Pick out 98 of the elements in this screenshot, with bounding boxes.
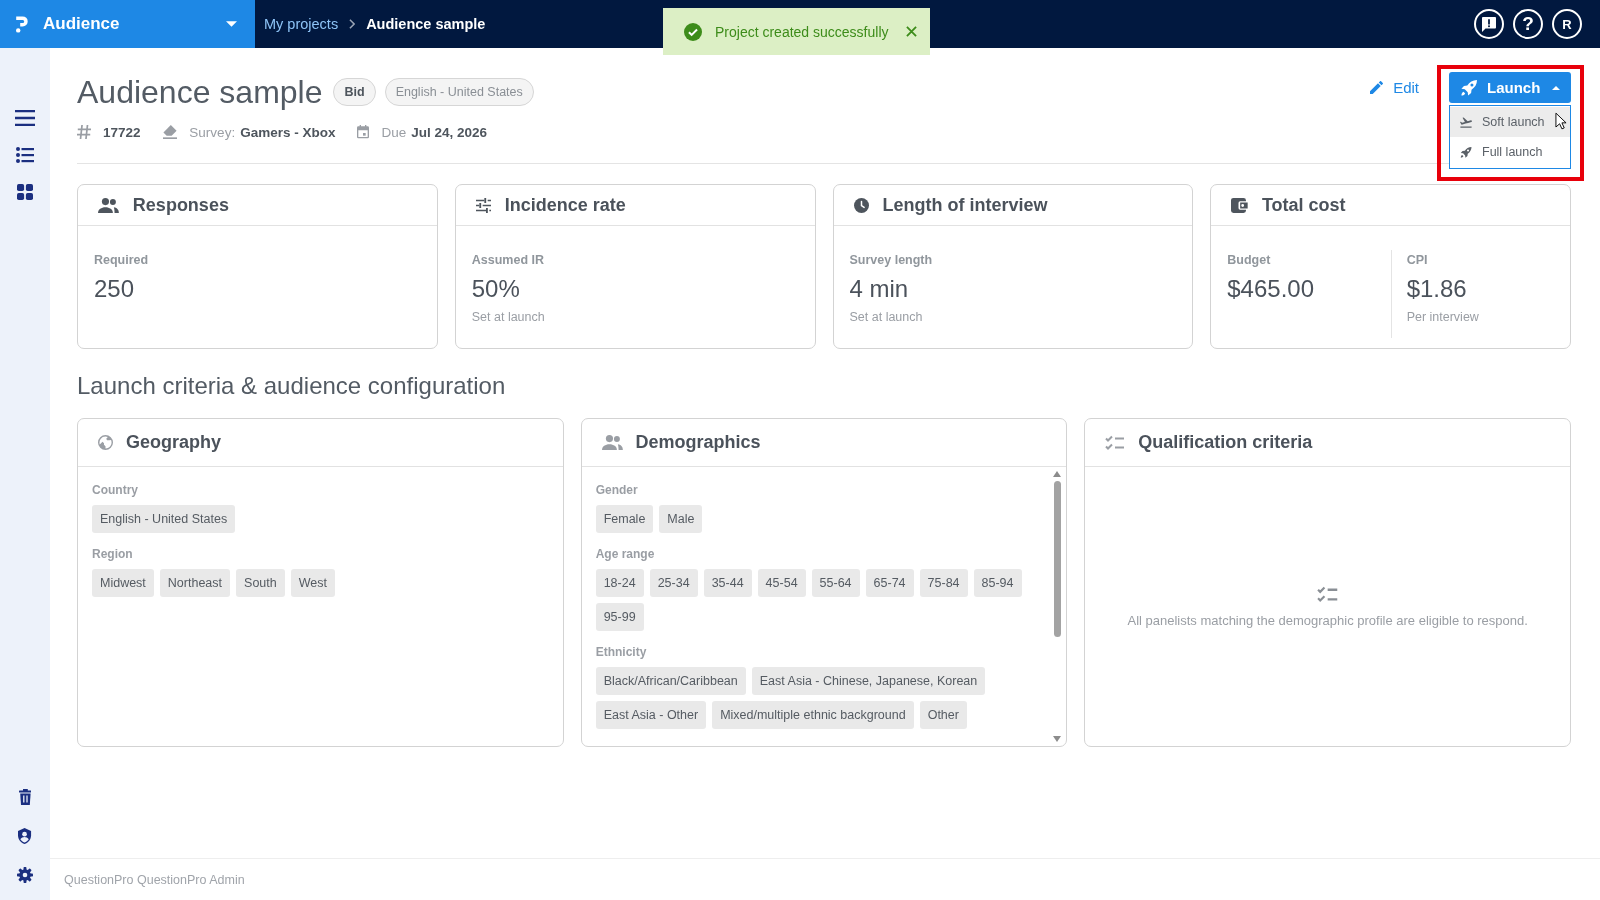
rocket-icon	[1461, 79, 1477, 96]
check-circle-icon	[684, 22, 702, 41]
people-icon	[601, 435, 623, 450]
launch-button[interactable]: Launch	[1449, 72, 1571, 103]
metric-value: $1.86	[1406, 275, 1467, 303]
meta-label: Due	[381, 124, 407, 140]
trash-icon[interactable]	[18, 789, 32, 805]
feedback-button[interactable]	[1474, 9, 1504, 39]
meta-value: Gamers - Xbox	[240, 124, 336, 140]
group-label: Age range	[595, 547, 655, 561]
meta-label: Survey:	[189, 124, 236, 140]
logo-icon	[16, 15, 28, 33]
clock-icon	[853, 197, 869, 213]
criteria-chip: Other	[919, 701, 967, 729]
eraser-icon	[162, 125, 178, 139]
calendar-icon	[357, 125, 370, 139]
metric-note: Set at launch	[849, 310, 923, 324]
plane-takeoff-icon	[1460, 116, 1472, 128]
project-tag: Bid	[333, 78, 376, 106]
metric-label: Required	[94, 253, 149, 267]
criteria-chip: 75-84	[919, 569, 968, 597]
sliders-icon	[475, 197, 491, 213]
shield-user-icon[interactable]	[18, 828, 32, 844]
menu-icon[interactable]	[14, 110, 36, 126]
criteria-chip: South	[236, 569, 285, 597]
criteria-chip: West	[290, 569, 335, 597]
metric-label: Assumed IR	[471, 253, 544, 267]
criteria-chip: Northeast	[159, 569, 231, 597]
metric-label: Budget	[1227, 253, 1271, 267]
list-icon[interactable]	[15, 147, 35, 163]
metric-label: Survey length	[849, 253, 933, 267]
metric-value: 250	[94, 275, 135, 303]
checklist-icon	[1105, 435, 1126, 450]
section-title: Launch criteria & audience configuration	[77, 371, 507, 401]
card-title: Length of interview	[882, 194, 1048, 216]
criteria-chip: Midwest	[92, 569, 154, 597]
breadcrumb-current: Audience sample	[366, 16, 486, 32]
criteria-chip: Black/African/Caribbean	[595, 667, 746, 695]
caret-up-icon	[1552, 85, 1560, 90]
meta-value: Jul 24, 2026	[411, 124, 487, 140]
group-label: Gender	[595, 483, 638, 497]
metric-note: Per interview	[1406, 310, 1479, 324]
globe-icon	[98, 435, 113, 450]
criteria-chip: 55-64	[811, 569, 860, 597]
people-icon	[98, 197, 119, 213]
criteria-chip: 25-34	[649, 569, 698, 597]
criteria-chip: Male	[659, 505, 703, 533]
criteria-chip: 85-94	[973, 569, 1022, 597]
metric-value: 4 min	[849, 275, 909, 303]
caret-down-icon	[226, 21, 237, 27]
criteria-chip: 18-24	[595, 569, 644, 597]
pencil-icon	[1370, 81, 1384, 94]
edit-button[interactable]: Edit	[1370, 79, 1419, 96]
criteria-chip: 65-74	[865, 569, 914, 597]
feedback-icon	[1482, 16, 1496, 32]
criteria-chip: East Asia - Chinese, Japanese, Korean	[751, 667, 986, 695]
criteria-chip: English - United States	[92, 505, 236, 533]
close-icon	[905, 26, 917, 37]
settings-icon[interactable]	[17, 867, 33, 883]
criteria-chip: Mixed/multiple ethnic background	[712, 701, 914, 729]
empty-message: All panelists matching the demographic profile are eligible to respond.	[1127, 612, 1528, 628]
group-label: Ethnicity	[595, 645, 647, 659]
card-title: Incidence rate	[504, 194, 626, 216]
app-switcher-button[interactable]: Audience	[0, 0, 255, 48]
cursor-icon	[1555, 112, 1567, 130]
grid-icon[interactable]	[17, 184, 33, 200]
rocket-icon	[1460, 146, 1472, 158]
meta-value: 17722	[103, 124, 141, 140]
criteria-chip: 95-99	[595, 603, 644, 631]
checklist-icon	[1317, 585, 1339, 602]
wallet-icon	[1231, 197, 1248, 213]
criteria-chip: Female	[595, 505, 654, 533]
metric-note: Set at launch	[471, 310, 545, 324]
card-title: Responses	[132, 194, 229, 216]
project-tag: English - United States	[384, 78, 534, 106]
close-button[interactable]	[905, 26, 917, 37]
footer-text: QuestionPro QuestionPro Admin	[64, 872, 245, 887]
panel-title: Demographics	[635, 432, 761, 453]
hash-icon	[77, 125, 91, 139]
group-label: Country	[92, 483, 138, 497]
toast-message: Project created successfully	[715, 23, 889, 40]
chevron-right-icon	[349, 19, 356, 29]
menu-item[interactable]: Soft launch	[1450, 107, 1570, 137]
criteria-chip: East Asia - Other	[595, 701, 707, 729]
metric-value: $465.00	[1227, 275, 1314, 303]
criteria-chip: 45-54	[757, 569, 806, 597]
project-title: Audience sample	[77, 73, 323, 112]
breadcrumb-link[interactable]: My projects	[264, 16, 339, 32]
metric-value: 50%	[471, 275, 520, 303]
criteria-chip: 35-44	[703, 569, 752, 597]
card-title: Total cost	[1261, 194, 1346, 216]
help-button[interactable]: ?	[1513, 9, 1543, 39]
metric-label: CPI	[1406, 253, 1428, 267]
panel-title: Geography	[126, 432, 222, 453]
avatar-button[interactable]: R	[1552, 9, 1582, 39]
menu-item[interactable]: Full launch	[1450, 137, 1570, 167]
group-label: Region	[92, 547, 133, 561]
panel-title: Qualification criteria	[1138, 432, 1313, 453]
